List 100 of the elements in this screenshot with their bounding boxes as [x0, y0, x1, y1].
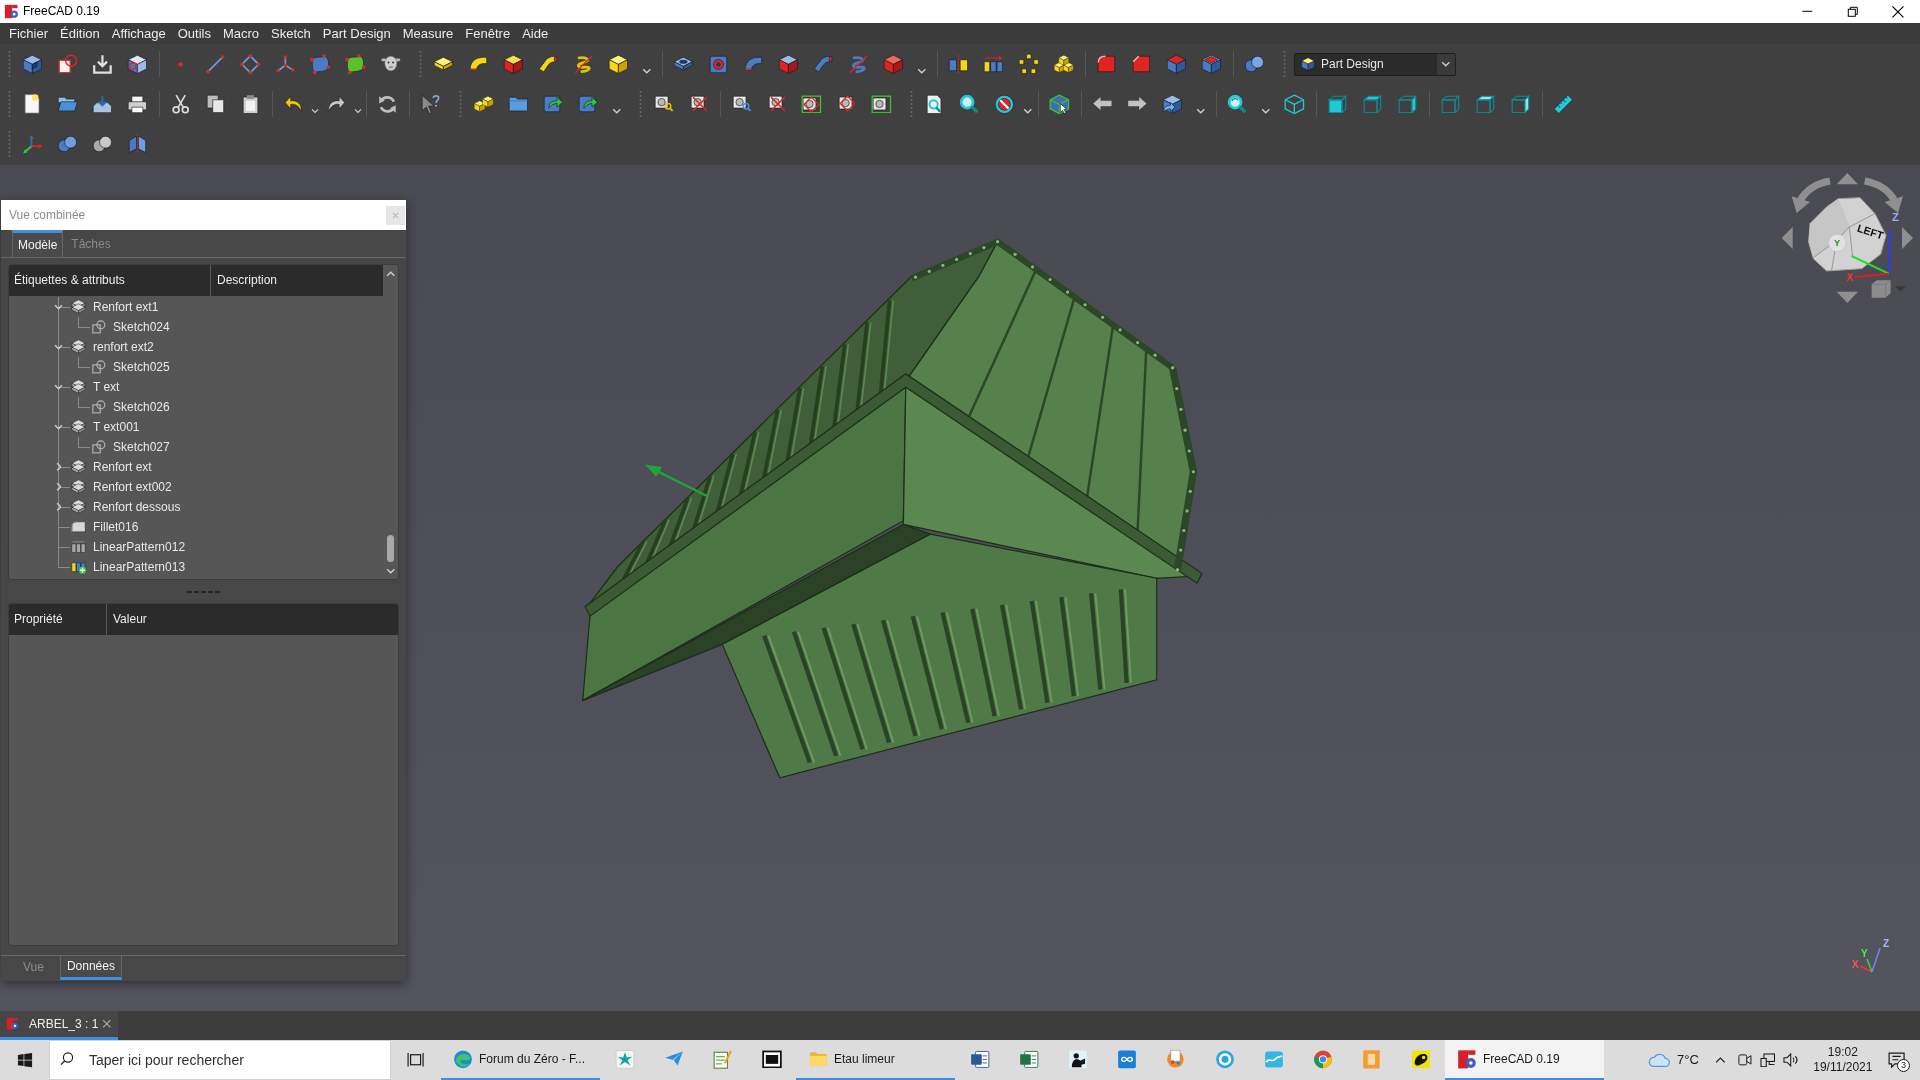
column-header[interactable]: Propriété [14, 612, 63, 627]
search-field[interactable]: Taper ici pour rechercher [49, 1040, 391, 1080]
tree-item[interactable]: Renfort ext [93, 459, 152, 475]
no-entry-icon[interactable] [994, 93, 1015, 115]
clock-time[interactable]: 19:02 [1809, 1045, 1876, 1060]
framed-box-icon[interactable] [801, 94, 822, 114]
refresh-icon[interactable] [378, 94, 397, 114]
tab[interactable]: Modèle [12, 230, 64, 257]
tree-item[interactable]: Sketch024 [113, 319, 170, 335]
box-magnifier-icon[interactable] [653, 95, 674, 113]
caret-icon[interactable] [311, 108, 319, 114]
menu-item[interactable]: Aide [522, 25, 549, 42]
wire-cube-icon[interactable] [1476, 94, 1495, 114]
open-folder-icon[interactable] [56, 95, 79, 113]
menu-item[interactable]: Measure [402, 25, 454, 42]
caret-icon[interactable] [612, 108, 622, 114]
cube-cursor-icon[interactable] [1049, 93, 1070, 115]
tree-item[interactable]: Renfort dessous [93, 499, 181, 515]
cursor-question-icon[interactable] [421, 93, 440, 115]
caret-icon[interactable] [354, 108, 362, 114]
menu-item[interactable]: Édition [60, 25, 100, 42]
restore-icon[interactable] [1846, 5, 1859, 18]
tab[interactable]: Données [59, 956, 122, 980]
grip-icon[interactable] [639, 91, 642, 117]
axes-icon[interactable] [21, 133, 44, 155]
speaker-icon[interactable] [1782, 1053, 1798, 1067]
tree-item[interactable]: Fillet016 [93, 519, 139, 535]
column-header[interactable]: Valeur [113, 612, 147, 627]
box-magnifier-icon[interactable] [731, 95, 752, 113]
grip-icon[interactable] [910, 91, 913, 117]
menu-item[interactable]: Fichier [9, 25, 48, 42]
chevron-down-icon[interactable] [54, 384, 63, 390]
tree-item[interactable]: LinearPattern012 [93, 539, 186, 555]
tree-item[interactable]: T ext [93, 379, 120, 395]
blob-icon[interactable] [309, 52, 332, 76]
scroll-up-icon[interactable] [385, 271, 396, 277]
blocks-icon[interactable] [472, 95, 495, 113]
cube-arrow-icon[interactable] [1162, 93, 1183, 115]
close-icon[interactable] [1890, 4, 1905, 19]
redo-icon[interactable] [327, 95, 346, 113]
workbench-dropdown[interactable]: Part Design [1294, 52, 1456, 76]
cube-icon[interactable] [608, 53, 629, 75]
spheres-icon[interactable] [1244, 55, 1265, 73]
tree-item[interactable]: LinearPattern013 [93, 559, 186, 575]
tree-item[interactable]: Renfort ext1 [93, 299, 159, 315]
tree-item[interactable]: Sketch027 [113, 439, 170, 455]
caret-icon[interactable] [642, 68, 652, 74]
undo-icon[interactable] [284, 95, 303, 113]
sheep-icon[interactable] [379, 55, 402, 73]
chevron-right-icon[interactable] [55, 462, 62, 472]
folder-icon[interactable] [508, 95, 529, 113]
spheres-icon[interactable] [57, 135, 78, 153]
arch-icon[interactable] [469, 56, 488, 72]
arrow-left-icon[interactable] [1781, 226, 1793, 249]
scroll-down-icon[interactable] [385, 568, 396, 574]
copy-icon[interactable] [206, 94, 225, 114]
circular-pattern-icon[interactable] [1017, 53, 1040, 75]
axes-icon[interactable] [275, 54, 296, 74]
cube-icon[interactable] [1398, 94, 1417, 114]
box-icon[interactable] [778, 53, 799, 75]
chevron-right-icon[interactable] [55, 502, 62, 512]
clipboard-icon[interactable] [241, 93, 259, 115]
chamfer-icon[interactable] [1132, 55, 1151, 73]
fillet-icon[interactable] [1097, 55, 1116, 73]
slab-icon[interactable] [433, 56, 454, 72]
helix-icon[interactable] [574, 54, 593, 74]
grip-icon[interactable] [8, 131, 11, 157]
tray-arrow-icon[interactable] [92, 94, 113, 114]
cube-icon[interactable] [127, 53, 148, 75]
menu-item[interactable]: Affichage [111, 25, 166, 42]
video-camera-icon[interactable] [1737, 1054, 1752, 1066]
menu-item[interactable]: Fenêtre [465, 25, 511, 42]
minimize-icon[interactable] [1801, 10, 1814, 13]
scroll-thumb[interactable] [387, 535, 394, 563]
menu-item[interactable]: Part Design [322, 25, 391, 42]
chevron-right-icon[interactable] [55, 482, 62, 492]
tree-item[interactable]: Sketch025 [113, 359, 170, 375]
box-cross-icon[interactable] [767, 95, 786, 113]
cube-icon[interactable] [1328, 94, 1347, 114]
dot-icon[interactable] [177, 60, 184, 68]
temperature[interactable]: 7°C [1677, 1052, 1699, 1068]
arrow-up-icon[interactable] [1836, 172, 1858, 184]
box-icon[interactable] [503, 53, 524, 75]
mirror-icon[interactable] [128, 132, 147, 156]
chevron-down-icon[interactable] [54, 344, 63, 350]
column-header[interactable]: Description [217, 273, 278, 288]
wire-cube-icon[interactable] [1511, 94, 1530, 114]
box-cross-icon[interactable] [689, 95, 708, 113]
square-circle-icon[interactable] [57, 54, 78, 74]
tree-item[interactable]: renfort ext2 [93, 339, 154, 355]
caret-icon[interactable] [1261, 108, 1271, 114]
message-icon[interactable] [1887, 1051, 1905, 1069]
taskbar-button[interactable]: Etau limeur [796, 1040, 955, 1080]
document-tab[interactable]: ARBEL_3 : 1 [0, 1011, 118, 1040]
hole-icon[interactable] [709, 54, 728, 74]
line-icon[interactable] [205, 53, 226, 75]
right-arrow-icon[interactable] [1127, 96, 1148, 112]
grip-icon[interactable] [1283, 51, 1286, 77]
column-header[interactable]: Étiquettes & attributs [14, 273, 125, 288]
rotate-left-icon[interactable] [1791, 177, 1831, 213]
